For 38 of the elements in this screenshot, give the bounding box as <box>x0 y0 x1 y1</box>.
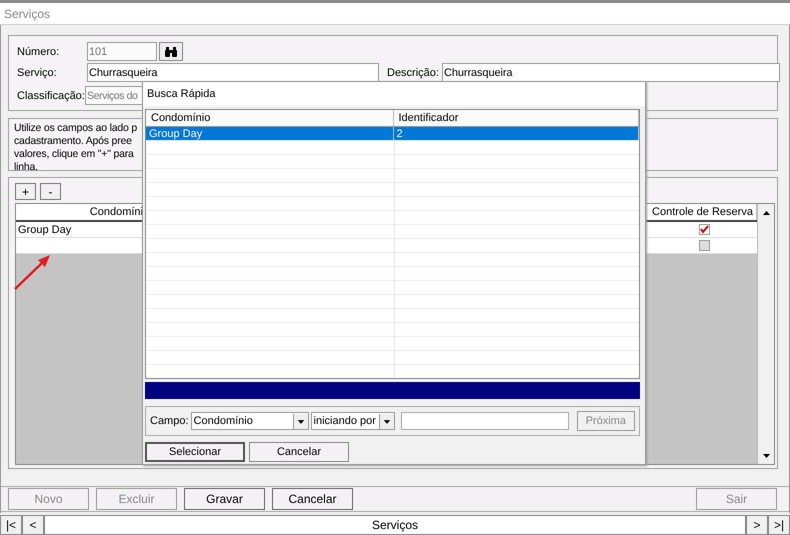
window-title: Serviços <box>4 6 50 20</box>
scrollbar[interactable] <box>757 204 774 464</box>
action-button[interactable]: Cancelar <box>272 488 353 510</box>
arrow-annotation <box>13 253 53 291</box>
search-button[interactable] <box>159 42 183 61</box>
description-field[interactable]: Churrasqueira <box>442 63 780 82</box>
scroll-up-icon <box>762 210 770 214</box>
binoculars-icon <box>164 46 178 58</box>
hint-text: Utilize os campos ao lado p cadastramento. Após pree valores, clique em "+" para linha. <box>14 122 138 174</box>
search-field[interactable] <box>400 412 569 430</box>
caret-icon <box>292 414 308 428</box>
field-label: Serviço: <box>17 66 58 78</box>
caret-icon <box>378 414 394 428</box>
checkbox[interactable] <box>698 224 710 235</box>
field-label: Campo: <box>150 415 189 427</box>
field-label: Número: <box>17 46 60 58</box>
column-header: Identificador <box>394 110 639 126</box>
result-row[interactable]: Group Day 2 <box>146 127 639 141</box>
dialog-button[interactable]: Selecionar <box>145 442 245 462</box>
previous-button[interactable]: < <box>22 515 44 535</box>
field-dropdown[interactable]: Condomínio <box>190 412 309 430</box>
mode-dropdown[interactable]: iniciando por <box>310 412 395 430</box>
add-row-button[interactable]: + <box>15 183 36 200</box>
dialog-button[interactable]: Cancelar <box>249 442 349 462</box>
remove-row-button[interactable]: - <box>40 183 61 200</box>
service-field[interactable]: Churrasqueira <box>87 63 379 82</box>
dialog-title: Busca Rápida <box>147 88 216 100</box>
field-label: Descrição: <box>387 66 440 78</box>
scroll-down-icon <box>762 454 770 458</box>
record-title: Serviços <box>44 515 746 535</box>
last-button[interactable]: >| <box>768 515 790 535</box>
action-button[interactable]: Gravar <box>184 488 265 510</box>
field-label: Classificação: <box>17 90 85 102</box>
checkbox[interactable] <box>698 240 710 251</box>
next-button[interactable]: > <box>746 515 768 535</box>
table-cell: Group Day <box>18 224 72 236</box>
column-header: Condomínio <box>146 110 394 126</box>
first-button[interactable]: |< <box>0 515 22 535</box>
